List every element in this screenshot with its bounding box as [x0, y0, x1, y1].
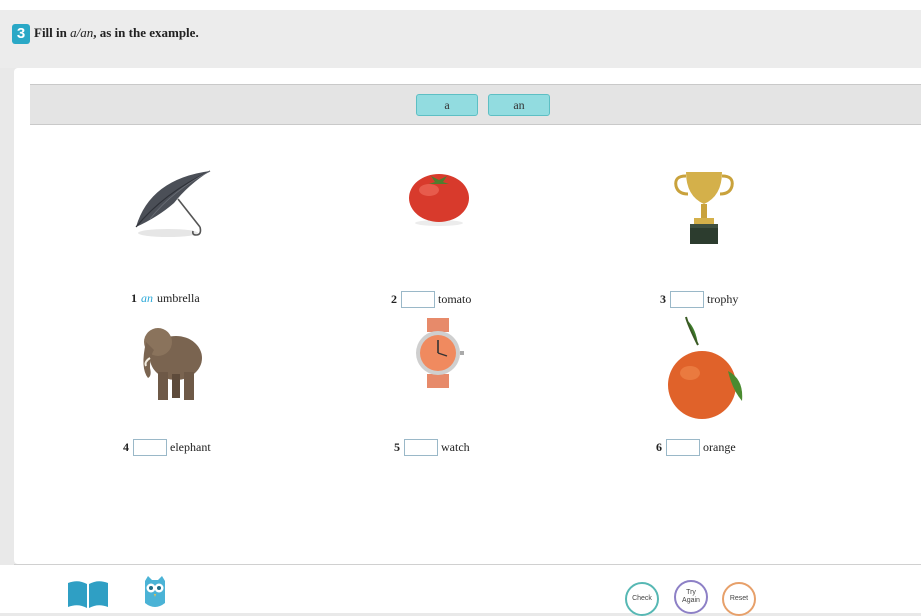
trophy-icon — [674, 172, 734, 244]
book-icon[interactable] — [66, 579, 110, 609]
instruction-prefix: Fill in — [34, 25, 71, 40]
item-number: 1 — [131, 291, 137, 305]
item-1: 1 an umbrella — [131, 291, 200, 306]
tomato-icon — [409, 174, 469, 226]
item-word: watch — [441, 440, 470, 454]
reset-button[interactable]: Reset — [722, 582, 756, 616]
elephant-icon — [143, 328, 202, 400]
exercise-number-badge: 3 — [12, 24, 30, 44]
item-6: 6 orange — [656, 439, 736, 456]
reset-label: Reset — [729, 595, 749, 602]
item-number: 3 — [660, 292, 666, 306]
umbrella-icon — [135, 170, 211, 237]
try-label: Try Again — [682, 589, 700, 604]
item-number: 6 — [656, 440, 662, 454]
item-5: 5 watch — [394, 439, 470, 456]
orange-icon — [668, 316, 743, 419]
item-4: 4 elephant — [123, 439, 211, 456]
answer-field-5[interactable] — [404, 439, 438, 456]
exercise-panel — [14, 68, 921, 564]
item-2: 2 tomato — [391, 291, 471, 308]
example-answer: an — [141, 291, 153, 305]
answer-chips-bar: a an — [30, 84, 921, 125]
answer-field-2[interactable] — [401, 291, 435, 308]
owl-icon[interactable] — [142, 575, 168, 611]
item-word: elephant — [170, 440, 211, 454]
answer-field-3[interactable] — [670, 291, 704, 308]
item-number: 5 — [394, 440, 400, 454]
watch-icon — [416, 318, 464, 388]
top-strip — [0, 0, 921, 10]
answer-field-4[interactable] — [133, 439, 167, 456]
instruction: Fill in a/an, as in the example. — [34, 25, 199, 41]
instruction-suffix: , as in the example. — [93, 25, 199, 40]
item-word: umbrella — [157, 291, 200, 305]
item-number: 4 — [123, 440, 129, 454]
chip-an[interactable]: an — [488, 94, 550, 116]
check-label: Check — [632, 595, 652, 602]
check-button[interactable]: Check — [625, 582, 659, 616]
item-word: orange — [703, 440, 736, 454]
footer-bar — [0, 565, 921, 613]
item-word: trophy — [707, 292, 739, 306]
item-number: 2 — [391, 292, 397, 306]
try-again-button[interactable]: Try Again — [674, 580, 708, 614]
chip-a[interactable]: a — [416, 94, 478, 116]
instruction-italic: a/an — [70, 25, 94, 40]
answer-field-6[interactable] — [666, 439, 700, 456]
item-word: tomato — [438, 292, 472, 306]
item-3: 3 trophy — [660, 291, 738, 308]
